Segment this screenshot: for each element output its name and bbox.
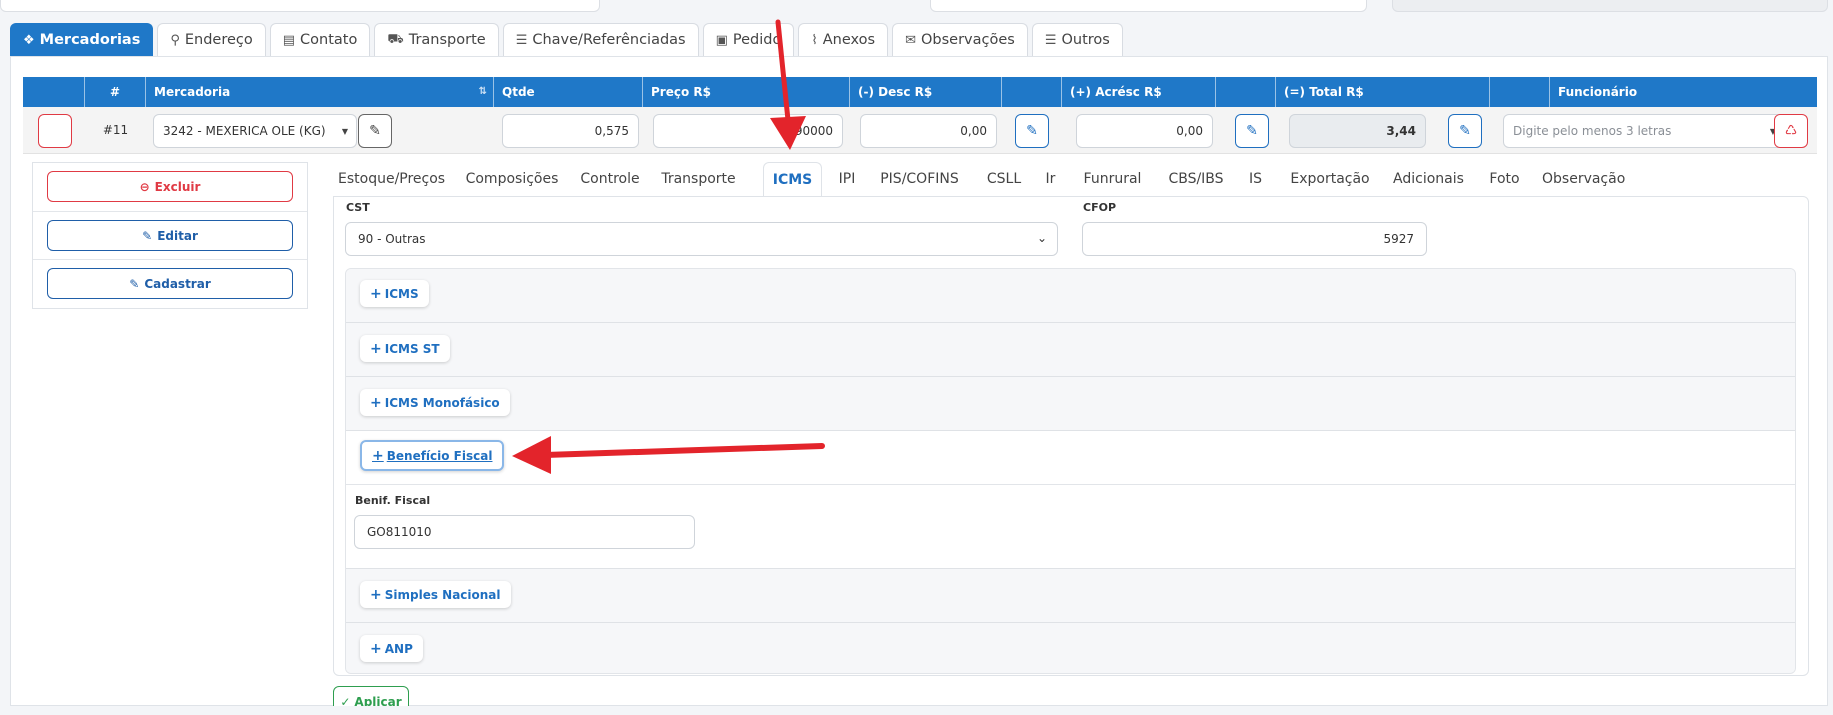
arrow-left-to-beneficio-fiscal	[512, 436, 825, 474]
arrow-down-to-icms-tab	[770, 19, 806, 150]
annotation-arrows	[512, 19, 825, 474]
